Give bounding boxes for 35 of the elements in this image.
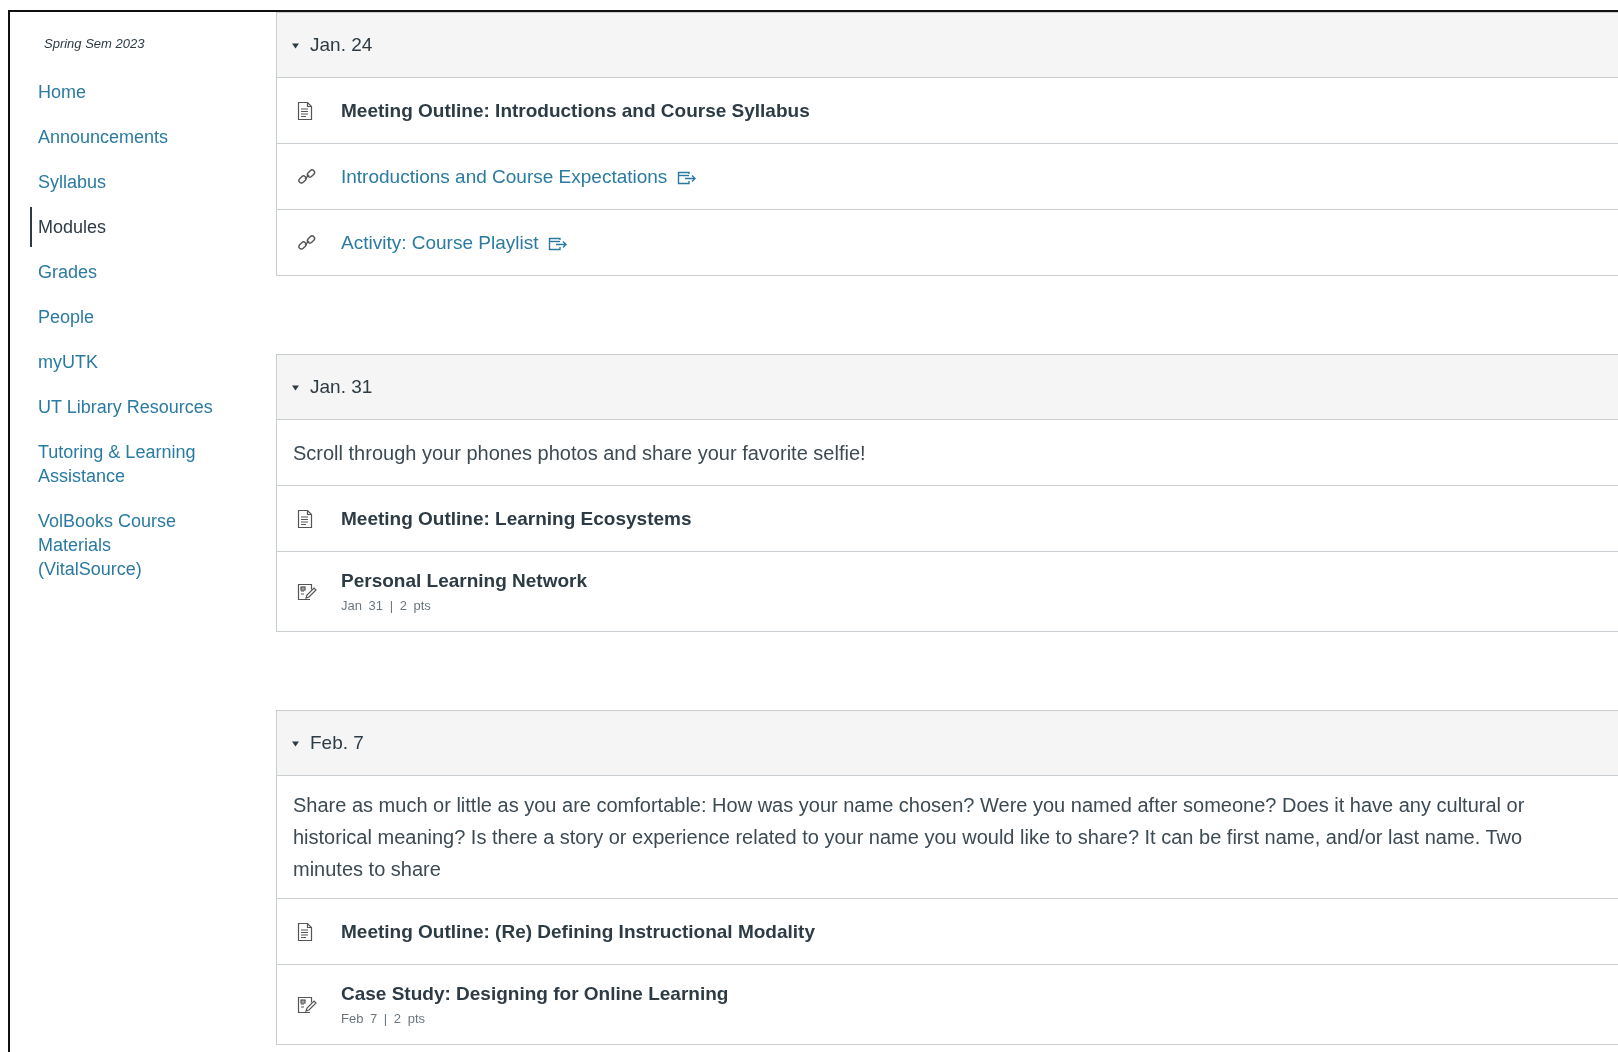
page-link[interactable]: Meeting Outline: Introductions and Course Syllabus [341,99,810,122]
nav-link[interactable]: VolBooks Course Materials (VitalSource) [30,509,218,581]
document-icon [297,508,313,529]
external-link[interactable]: Activity: Course Playlist [341,231,539,254]
module-text: Share as much or little as you are comfortable: How was your name chosen? Were you named after someone? Does it have any cultural or historical meaning? Is there a story or experience related to your name you would like to share? It can be first name, and/or last name. Two minutes to share [292,793,1526,882]
assignment-details: Feb 7 | 2 pts [341,1011,427,1026]
module-text: Scroll through your phones photos and share your favorite selfie! [292,440,867,466]
module-header[interactable]: Jan. 24 [277,13,1618,77]
nav-link[interactable]: Modules [30,207,218,247]
link-icon [297,232,317,253]
module-header[interactable]: Jan. 31 [277,355,1618,419]
nav-link[interactable]: myUTK [30,350,218,374]
assignment-icon [297,581,317,602]
module-title: Jan. 24 [310,34,373,56]
assignment-details: Jan 31 | 2 pts [341,598,432,613]
nav-link[interactable]: UT Library Resources [30,395,218,419]
external-link[interactable]: Introductions and Course Expectations [341,165,668,188]
link-icon [297,166,317,187]
nav-link[interactable]: Syllabus [30,170,218,194]
module-title: Jan. 31 [310,376,373,398]
nav-link[interactable]: Announcements [30,125,218,149]
document-icon [297,100,313,121]
module-header[interactable]: Feb. 7 [277,711,1618,775]
module-title: Feb. 7 [310,732,364,754]
assignment-link[interactable]: Personal Learning Network [341,570,587,592]
document-icon [297,921,313,942]
page-link[interactable]: Meeting Outline: Learning Ecosystems [341,507,692,530]
assignment-icon [297,994,317,1015]
nav-link[interactable]: Grades [30,260,218,284]
term-label: Spring Sem 2023 [44,36,145,51]
nav-link[interactable]: Tutoring & Learning Assistance [30,440,218,488]
nav-link[interactable]: Home [30,80,218,104]
nav-link[interactable]: People [30,305,218,329]
page-link[interactable]: Meeting Outline: (Re) Defining Instructional Modality [341,920,815,943]
assignment-link[interactable]: Case Study: Designing for Online Learning [341,983,729,1005]
